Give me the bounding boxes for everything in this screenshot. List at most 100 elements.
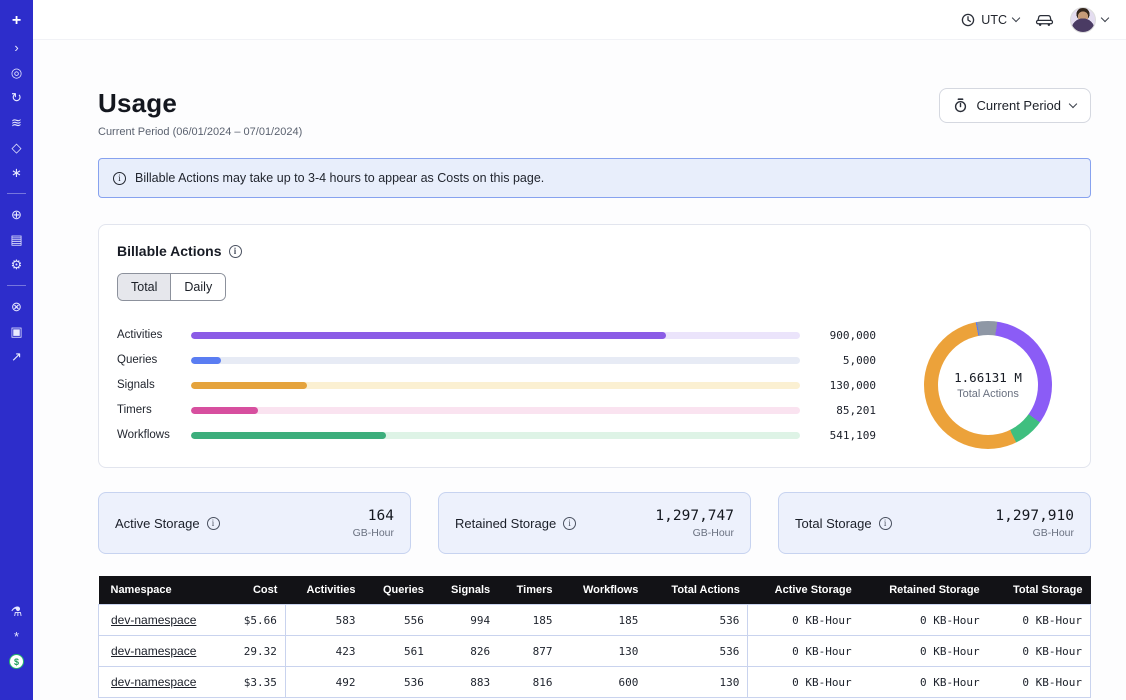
table-column-header: Total Actions — [646, 576, 748, 605]
stopwatch-icon — [954, 98, 967, 113]
table-body: dev-namespace$5.665835569941851855360 KB… — [99, 605, 1091, 698]
chevron-down-icon — [1069, 100, 1077, 108]
bar-track — [191, 357, 800, 364]
table-column-header: Queries — [363, 576, 431, 605]
table-column-header: Activities — [285, 576, 363, 605]
cloud-icon[interactable]: ⊕ — [0, 202, 33, 227]
sidebar: +›◎↻≋◇∗ ⊕▤⚙ ⊗▣↗ ⚗*$ — [0, 0, 33, 700]
bar-row: Signals 130,000 — [117, 373, 876, 398]
table-cell: 0 KB-Hour — [860, 636, 988, 667]
tab-daily[interactable]: Daily — [170, 274, 225, 300]
namespace-link[interactable]: dev-namespace — [111, 644, 196, 658]
table-cell: 492 — [285, 667, 363, 698]
table-cell: $5.66 — [226, 605, 286, 636]
bar-value: 130,000 — [812, 379, 876, 392]
bar-row: Activities 900,000 — [117, 323, 876, 348]
table-column-header: Workflows — [561, 576, 647, 605]
temporal-logo-icon[interactable]: + — [0, 7, 33, 35]
table-column-header: Cost — [226, 576, 286, 605]
table-cell: 0 KB-Hour — [748, 605, 860, 636]
billable-actions-card: Billable Actions TotalDaily Activities 9… — [98, 224, 1091, 468]
preview-icon[interactable]: * — [0, 624, 33, 649]
storage-card: Retained Storage 1,297,747 GB-Hour — [438, 492, 751, 554]
period-button-label: Current Period — [976, 98, 1061, 113]
bar-track — [191, 432, 800, 439]
getting-started-icon[interactable]: ↗ — [0, 344, 33, 369]
table-cell: 0 KB-Hour — [748, 636, 860, 667]
table-cell: 0 KB-Hour — [860, 667, 988, 698]
timezone-selector[interactable]: UTC — [961, 13, 1019, 27]
bar-chart: Activities 900,000 Queries 5,000 Signals… — [117, 323, 876, 448]
table-cell: 600 — [561, 667, 647, 698]
table-row: dev-namespace$5.665835569941851855360 KB… — [99, 605, 1091, 636]
storage-card-unit: GB-Hour — [995, 527, 1074, 539]
storage-card-label: Retained Storage — [455, 516, 556, 531]
bar-fill — [191, 357, 221, 364]
bar-fill — [191, 432, 386, 439]
docs-icon[interactable]: ▣ — [0, 319, 33, 344]
info-icon[interactable] — [207, 517, 220, 530]
labs-icon[interactable]: ⚗ — [0, 599, 33, 624]
storage-card-unit: GB-Hour — [655, 527, 734, 539]
table-cell: 556 — [363, 605, 431, 636]
support-icon[interactable]: ⊗ — [0, 294, 33, 319]
car-icon — [1035, 12, 1054, 27]
table-cell: 0 KB-Hour — [748, 667, 860, 698]
namespace-link[interactable]: dev-namespace — [111, 675, 196, 689]
storage-card-value: 1,297,747 — [655, 508, 734, 524]
table-cell: 883 — [432, 667, 498, 698]
table-column-header: Namespace — [99, 576, 226, 605]
bar-row: Workflows 541,109 — [117, 423, 876, 448]
support-concierge-button[interactable] — [1035, 12, 1054, 27]
info-icon — [113, 172, 126, 185]
storage-card: Total Storage 1,297,910 GB-Hour — [778, 492, 1091, 554]
collapse-sidebar-icon[interactable]: › — [0, 35, 33, 60]
table-cell: 994 — [432, 605, 498, 636]
chevron-down-icon — [1101, 14, 1109, 22]
sidebar-divider — [7, 193, 26, 194]
storage-card-label: Active Storage — [115, 516, 200, 531]
clock-icon — [961, 13, 975, 27]
current-period-subtitle: Current Period (06/01/2024 – 07/01/2024) — [98, 126, 302, 138]
table-column-header: Total Storage — [988, 576, 1091, 605]
bar-track — [191, 332, 800, 339]
usage-dollar-icon[interactable]: $ — [0, 649, 33, 674]
avatar — [1070, 7, 1096, 33]
info-icon[interactable] — [563, 517, 576, 530]
info-icon[interactable] — [229, 245, 242, 258]
table-cell: 130 — [646, 667, 748, 698]
storage-summary-row: Active Storage 164 GB-Hour Retained Stor… — [98, 492, 1091, 554]
billing-icon[interactable]: ▤ — [0, 227, 33, 252]
namespace-cell: dev-namespace — [99, 636, 226, 667]
namespaces-icon[interactable]: ◎ — [0, 60, 33, 85]
table-column-header: Active Storage — [748, 576, 860, 605]
table-cell: 185 — [498, 605, 560, 636]
banner-text: Billable Actions may take up to 3-4 hour… — [135, 171, 544, 185]
table-column-header: Timers — [498, 576, 560, 605]
namespace-link[interactable]: dev-namespace — [111, 613, 196, 627]
settings-icon[interactable]: ⚙ — [0, 252, 33, 277]
task-queues-icon[interactable]: ≋ — [0, 110, 33, 135]
tab-total[interactable]: Total — [118, 274, 170, 300]
bar-value: 900,000 — [812, 329, 876, 342]
storage-card-unit: GB-Hour — [353, 527, 394, 539]
info-icon[interactable] — [879, 517, 892, 530]
billable-actions-tabs: TotalDaily — [117, 273, 226, 301]
bar-value: 85,201 — [812, 404, 876, 417]
table-cell: $3.35 — [226, 667, 286, 698]
deployments-icon[interactable]: ◇ — [0, 135, 33, 160]
user-menu[interactable] — [1070, 7, 1108, 33]
nexus-icon[interactable]: ∗ — [0, 160, 33, 185]
table-cell: 0 KB-Hour — [988, 636, 1091, 667]
table-cell: 130 — [561, 636, 647, 667]
table-column-header: Retained Storage — [860, 576, 988, 605]
bar-fill — [191, 332, 666, 339]
history-icon[interactable]: ↻ — [0, 85, 33, 110]
namespace-cell: dev-namespace — [99, 667, 226, 698]
period-selector-button[interactable]: Current Period — [939, 88, 1091, 123]
table-cell: 536 — [646, 605, 748, 636]
namespace-usage-table: NamespaceCostActivitiesQueriesSignalsTim… — [98, 576, 1091, 698]
table-row: dev-namespace$3.354925368838166001300 KB… — [99, 667, 1091, 698]
bar-track — [191, 382, 800, 389]
table-cell: 826 — [432, 636, 498, 667]
